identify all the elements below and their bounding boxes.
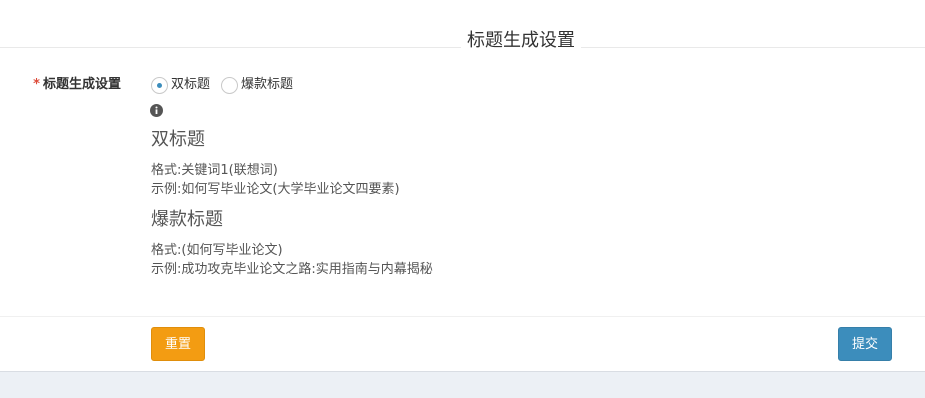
help-format-line: 格式:(如何写毕业论文) bbox=[151, 243, 283, 258]
radio-label: 爆款标题 bbox=[241, 77, 294, 92]
help-section-double-title: 双标题 格式:关键词1(联想词) 示例:如何写毕业论文(大学毕业论文四要素) bbox=[151, 128, 851, 199]
radio-button[interactable] bbox=[221, 76, 238, 94]
reset-button[interactable]: 重置 bbox=[151, 327, 205, 361]
radio-label: 双标题 bbox=[171, 77, 211, 92]
help-format-line: 格式:关键词1(联想词) bbox=[151, 163, 278, 178]
radio-option-double-title[interactable]: 双标题 bbox=[151, 76, 210, 94]
submit-button[interactable]: 提交 bbox=[838, 327, 892, 361]
page-background-footer bbox=[0, 371, 925, 398]
info-circle-icon bbox=[150, 104, 163, 117]
settings-panel: 标题生成设置 * 标题生成设置 双标题 爆款标题 双标题 格式:关键词1(联想词)… bbox=[0, 0, 925, 371]
radio-option-viral-title[interactable]: 爆款标题 bbox=[221, 76, 293, 94]
radio-checked-dot bbox=[157, 82, 162, 88]
help-example-line: 示例:成功攻克毕业论文之路:实用指南与内幕揭秘 bbox=[151, 262, 433, 277]
form-label-text: 标题生成设置 bbox=[42, 77, 121, 92]
form-label: * 标题生成设置 bbox=[0, 76, 121, 94]
help-block: 双标题 格式:关键词1(联想词) 示例:如何写毕业论文(大学毕业论文四要素) 爆… bbox=[151, 128, 851, 279]
radio-button[interactable] bbox=[151, 76, 168, 94]
required-mark: * bbox=[33, 77, 40, 92]
help-section-viral-title: 爆款标题 格式:(如何写毕业论文) 示例:成功攻克毕业论文之路:实用指南与内幕揭… bbox=[151, 208, 851, 279]
footer-divider bbox=[0, 316, 925, 317]
help-heading: 爆款标题 bbox=[151, 209, 223, 230]
help-heading: 双标题 bbox=[151, 129, 205, 150]
fieldset-legend-title: 标题生成设置 bbox=[461, 30, 581, 52]
help-example-line: 示例:如何写毕业论文(大学毕业论文四要素) bbox=[151, 182, 400, 197]
